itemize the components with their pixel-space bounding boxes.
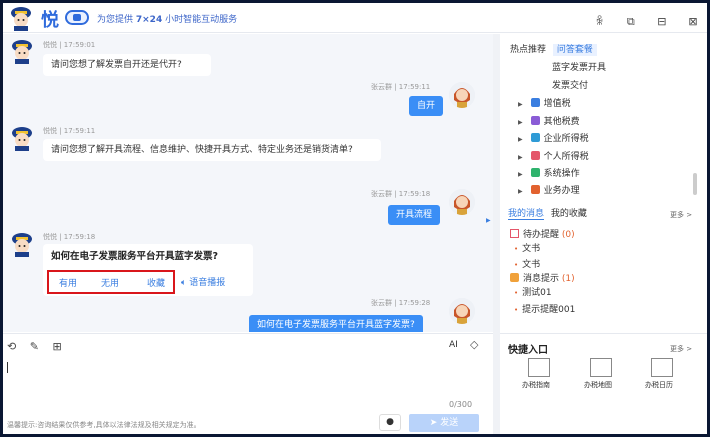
useless-button[interactable]: 无用 [101,276,119,289]
qa-sub-item[interactable]: 蓝字发票开具 [552,60,606,73]
refresh-icon[interactable]: ⟲ [7,340,16,353]
expand-arrow-icon: ▶ [518,101,523,108]
category-vat[interactable]: ▶ 增值税 [518,96,571,109]
shortcut-tax-guide[interactable]: 办税指南 [522,380,550,390]
send-icon: ➤ [429,418,441,428]
category-icon [530,168,540,177]
popout-icon[interactable]: ⧉ [625,15,637,29]
tax-map-icon[interactable] [590,358,612,377]
bot-message: 请问您想了解开具流程、信息维护、快捷开具方式、特定业务还是销货清单? [43,139,381,161]
qa-sub-item[interactable]: 发票交付 [552,78,588,91]
expand-arrow-icon: ▶ [518,171,523,178]
microphone-button[interactable]: ● [379,414,401,431]
edit-icon[interactable]: ✎ [30,340,39,353]
header-bar: 悦 为您提供 7×24 小时智能互动服务 ꆜ ⧉ ⊟ ⊠ [3,3,707,33]
user-message: 开具流程 [388,205,441,225]
notice-sub-item[interactable]: 提示提醒001 [514,302,575,315]
expand-arrow-icon: ▶ [518,188,523,195]
user-avatar [449,82,475,108]
input-toolbar: ⟲ ✎ ⊞ [7,340,72,353]
category-icon [530,151,540,160]
user-message: 如何在电子发票服务平台开具蓝字发票? [249,315,423,332]
todo-icon [510,229,519,238]
chat-app-window: 悦 为您提供 7×24 小时智能互动服务 ꆜ ⧉ ⊟ ⊠ 悦悦 | 17:59:… [3,3,707,434]
category-personal-income-tax[interactable]: ▶ 个人所得税 [518,149,589,162]
notice-icon [510,273,519,282]
category-corporate-income-tax[interactable]: ▶ 企业所得税 [518,131,589,144]
user-avatar [449,189,475,215]
expand-arrow-icon: ▶ [518,136,523,143]
police-avatar-icon [11,7,31,31]
microphone-icon: ● [386,417,394,427]
shortcut-tax-calendar[interactable]: 办税日历 [645,380,673,390]
bot-avatar [12,40,32,64]
brand-badge-icon [65,10,89,25]
brand-name: 悦 [41,10,60,31]
expand-arrow-icon: ▶ [518,154,523,161]
minimize-icon[interactable]: ⊟ [656,15,668,28]
tab-my-favorites[interactable]: 我的收藏 [551,209,587,219]
window-controls: ꆜ ⧉ ⊟ ⊠ [580,10,699,29]
messages-more-link[interactable]: 更多 > [670,210,692,220]
input-panel: ⟲ ✎ ⊞ AI ◇ 0/300 温馨提示:咨询结果仅供参考,具体以法律法规及相… [3,333,493,434]
tax-guide-icon[interactable] [528,358,550,377]
category-business-handling[interactable]: ▶ 业务办理 [518,183,580,196]
right-panel: 热点推荐 问答套餐 蓝字发票开具 发票交付 ▶ 增值税 ▶ 其他税费 ▶ 企业所得税 … [500,34,707,332]
char-counter: 0/300 [449,400,473,409]
category-icon [530,116,540,125]
category-system-operation[interactable]: ▶ 系统操作 [518,166,580,179]
disclaimer-hint: 温馨提示:咨询结果仅供参考,具体以法律法规及相关规定为准。 [7,421,201,429]
shortcut-more-link[interactable]: 更多 > [670,344,692,354]
tab-qa-package[interactable]: 问答套餐 [552,44,597,56]
eraser-icon[interactable]: ◇ [470,338,478,351]
tab-hot-recommend[interactable]: 热点推荐 [510,45,546,55]
category-icon [530,185,540,194]
shortcut-title: 快捷入口 [508,345,548,356]
collapse-arrow-icon[interactable]: ▶ [486,217,491,224]
slogan: 为您提供 7×24 小时智能互动服务 [97,15,238,25]
recommend-tabs: 热点推荐 问答套餐 [510,42,597,56]
message-meta: 张云群 | 17:59:11 [371,83,431,91]
answer-title[interactable]: 如何在电子发票服务平台开具蓝字发票? [51,250,245,264]
message-tabs: 我的消息 我的收藏 [508,206,587,220]
bot-avatar [12,127,32,151]
shortcut-panel: 快捷入口 更多 > 办税指南 办税地图 办税日历 [500,333,707,434]
feedback-actions: 有用 无用 收藏 [47,270,175,294]
chat-history[interactable]: 悦悦 | 17:59:01 请问您想了解发票自开还是代开? 张云群 | 17:5… [3,34,493,332]
user-icon[interactable]: ꆜ [594,13,606,28]
message-meta: 悦悦 | 17:59:11 [43,127,96,135]
voice-broadcast-button[interactable]: 🔈︎ 语音播报 [181,275,225,288]
message-notice[interactable]: 消息提示 (1) [510,271,575,284]
todo-sub-item[interactable]: 文书 [514,257,540,270]
tab-my-messages[interactable]: 我的消息 [508,209,545,220]
shortcut-tax-map[interactable]: 办税地图 [584,380,612,390]
panel-divider [493,34,500,434]
message-meta: 张云群 | 17:59:18 [371,190,431,198]
message-meta: 张云群 | 17:59:28 [371,299,431,307]
user-avatar [449,298,475,324]
todo-reminder[interactable]: 待办提醒 (0) [510,227,575,240]
message-input[interactable] [7,362,8,373]
bot-avatar [12,233,32,257]
collect-button[interactable]: 收藏 [147,276,165,289]
close-icon[interactable]: ⊠ [687,15,699,28]
ai-button[interactable]: AI [449,340,458,350]
right-scrollbar[interactable] [693,173,697,195]
category-other-tax[interactable]: ▶ 其他税费 [518,114,580,127]
briefcase-icon[interactable]: ⊞ [52,340,61,353]
category-icon [530,98,540,107]
message-meta: 悦悦 | 17:59:18 [43,233,96,241]
todo-sub-item[interactable]: 文书 [514,241,540,254]
category-icon [530,133,540,142]
expand-arrow-icon: ▶ [518,119,523,126]
tax-calendar-icon[interactable] [651,358,673,377]
useful-button[interactable]: 有用 [59,276,77,289]
message-meta: 悦悦 | 17:59:01 [43,41,96,49]
bot-message: 请问您想了解发票自开还是代开? [43,54,211,76]
send-button[interactable]: ➤ 发送 [409,414,479,432]
user-message: 自开 [409,96,444,116]
notice-sub-item[interactable]: 测试01 [514,285,551,298]
